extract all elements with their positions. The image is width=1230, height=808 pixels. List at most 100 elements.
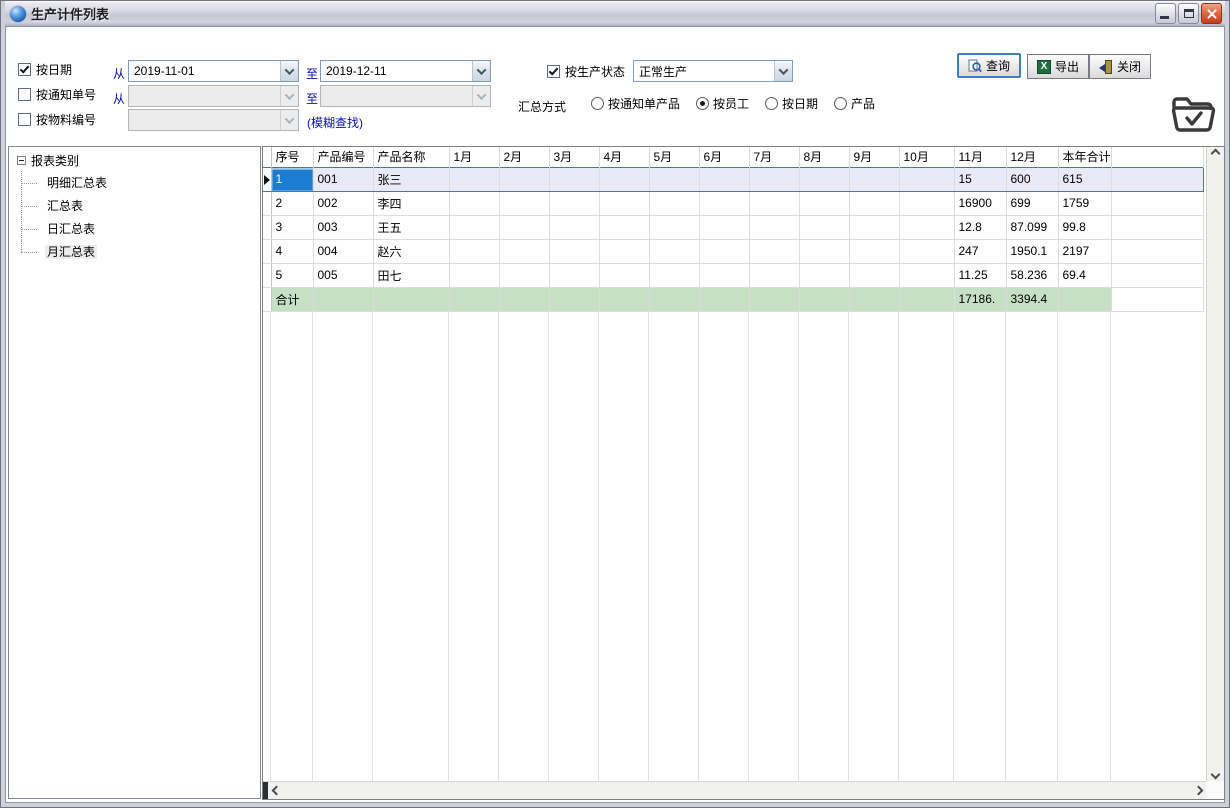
column-header[interactable]: 1月 <box>449 147 499 167</box>
scroll-left-icon[interactable] <box>272 786 282 796</box>
tree-root[interactable]: 报表类别 <box>11 151 258 171</box>
radio-option[interactable]: 按日期 <box>765 95 818 112</box>
grid-cell[interactable] <box>799 263 849 287</box>
grid-cell[interactable] <box>499 215 549 239</box>
status-combo[interactable]: 正常生产 <box>633 60 793 82</box>
grid-cell[interactable] <box>749 215 799 239</box>
title-bar[interactable]: 生产计件列表 <box>5 1 1225 26</box>
fuzzy-search-link[interactable]: (模糊查找) <box>307 114 363 131</box>
grid-cell[interactable] <box>549 263 599 287</box>
grid-cell[interactable] <box>899 239 954 263</box>
grid-cell[interactable] <box>699 167 749 191</box>
grid-cell[interactable] <box>549 239 599 263</box>
grid-cell[interactable] <box>849 239 899 263</box>
column-header[interactable]: 3月 <box>549 147 599 167</box>
grid-cell[interactable] <box>499 263 549 287</box>
column-header[interactable]: 2月 <box>499 147 549 167</box>
grid-cell[interactable]: 赵六 <box>373 239 449 263</box>
column-header[interactable]: 序号 <box>271 147 313 167</box>
dropdown-button[interactable] <box>472 61 490 81</box>
grid-cell[interactable]: 600 <box>1006 167 1058 191</box>
total-cell[interactable] <box>699 287 749 311</box>
total-cell[interactable] <box>373 287 449 311</box>
total-cell[interactable]: 合计 <box>271 287 313 311</box>
grid-cell[interactable]: 1759 <box>1058 191 1111 215</box>
date-to-combo[interactable]: 2019-12-11 <box>320 60 491 82</box>
checkbox-by-date[interactable]: 按日期 <box>18 61 72 78</box>
column-header[interactable]: 12月 <box>1006 147 1058 167</box>
horizontal-scrollbar[interactable] <box>263 781 1206 799</box>
grid-cell[interactable] <box>899 191 954 215</box>
grid-cell[interactable] <box>849 191 899 215</box>
grid-cell[interactable]: 5 <box>271 263 313 287</box>
column-header[interactable]: 7月 <box>749 147 799 167</box>
column-header[interactable]: 8月 <box>799 147 849 167</box>
total-cell[interactable]: 17186. <box>954 287 1006 311</box>
dropdown-button[interactable] <box>280 61 298 81</box>
grid-cell[interactable] <box>549 215 599 239</box>
grid-cell[interactable] <box>699 239 749 263</box>
close-window-button[interactable]: 关闭 <box>1089 54 1151 79</box>
grid-cell[interactable]: 69.4 <box>1058 263 1111 287</box>
grid-cell[interactable] <box>649 239 699 263</box>
grid-cell[interactable] <box>699 263 749 287</box>
radio-option[interactable]: 按通知单产品 <box>591 95 680 112</box>
grid-cell[interactable] <box>599 191 649 215</box>
grid-cell[interactable] <box>849 215 899 239</box>
date-from-combo[interactable]: 2019-11-01 <box>128 60 299 82</box>
grid-cell[interactable] <box>599 167 649 191</box>
grid-cell[interactable] <box>849 167 899 191</box>
checkbox-by-status[interactable]: 按生产状态 <box>547 63 625 80</box>
grid-cell[interactable] <box>649 215 699 239</box>
column-header[interactable]: 产品编号 <box>313 147 373 167</box>
close-button[interactable] <box>1201 3 1222 24</box>
minimize-button[interactable] <box>1155 3 1176 24</box>
tree-item[interactable]: 日汇总表 <box>27 217 258 240</box>
column-header[interactable]: 9月 <box>849 147 899 167</box>
grid-cell[interactable] <box>649 263 699 287</box>
grid-cell[interactable]: 3 <box>271 215 313 239</box>
grid-cell[interactable]: 99.8 <box>1058 215 1111 239</box>
query-button[interactable]: 查询 <box>957 53 1021 78</box>
grid-cell[interactable]: 田七 <box>373 263 449 287</box>
grid-cell[interactable]: 4 <box>271 239 313 263</box>
total-cell[interactable] <box>649 287 699 311</box>
grid-cell[interactable]: 12.8 <box>954 215 1006 239</box>
grid-cell[interactable] <box>699 215 749 239</box>
grid-cell[interactable] <box>499 239 549 263</box>
total-cell[interactable] <box>749 287 799 311</box>
grid-cell[interactable]: 005 <box>313 263 373 287</box>
total-cell[interactable] <box>313 287 373 311</box>
grid-cell[interactable] <box>749 167 799 191</box>
dropdown-button[interactable] <box>774 61 792 81</box>
grid-cell[interactable] <box>549 167 599 191</box>
grid-cell[interactable] <box>599 263 649 287</box>
grid-cell[interactable] <box>849 263 899 287</box>
grid-cell[interactable] <box>449 215 499 239</box>
grid-cell[interactable] <box>699 191 749 215</box>
total-cell[interactable] <box>899 287 954 311</box>
scroll-up-icon[interactable] <box>1211 149 1221 159</box>
grid-cell[interactable]: 2 <box>271 191 313 215</box>
grid-cell[interactable]: 1 <box>271 167 313 191</box>
grid-cell[interactable] <box>799 167 849 191</box>
total-cell[interactable] <box>549 287 599 311</box>
grid-cell[interactable] <box>899 263 954 287</box>
grid-cell[interactable] <box>799 215 849 239</box>
grid-cell[interactable]: 002 <box>313 191 373 215</box>
total-cell[interactable]: 3394.4 <box>1006 287 1058 311</box>
checkbox-by-notice[interactable]: 按通知单号 <box>18 86 96 103</box>
grid-cell[interactable]: 王五 <box>373 215 449 239</box>
grid-cell[interactable]: 003 <box>313 215 373 239</box>
tree-item[interactable]: 汇总表 <box>27 194 258 217</box>
checkbox-by-material[interactable]: 按物料编号 <box>18 111 96 128</box>
grid-cell[interactable] <box>799 239 849 263</box>
grid-cell[interactable] <box>749 263 799 287</box>
total-cell[interactable] <box>799 287 849 311</box>
grid-cell[interactable]: 001 <box>313 167 373 191</box>
column-header[interactable]: 11月 <box>954 147 1006 167</box>
grid-cell[interactable] <box>499 167 549 191</box>
radio-option[interactable]: 按员工 <box>696 95 749 112</box>
total-cell[interactable] <box>599 287 649 311</box>
column-header[interactable]: 5月 <box>649 147 699 167</box>
